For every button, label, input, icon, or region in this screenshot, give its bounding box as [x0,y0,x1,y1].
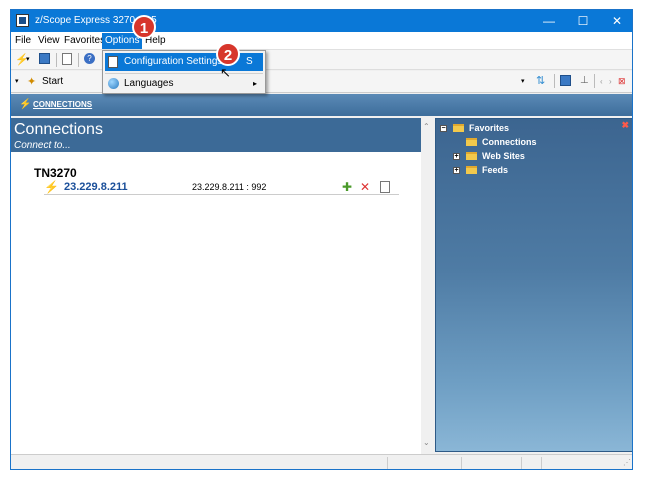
app-window: z/Scope Express 3270 v6.5 — ☐ ✕ File Vie… [10,9,633,470]
tree-label: Favorites [469,123,510,133]
start-button[interactable]: Start [42,75,63,89]
tree-label: Feeds [482,165,509,175]
tree-label: Connections [482,137,537,147]
document-icon[interactable] [62,53,72,65]
connection-row[interactable]: ⚡ 23.229.8.211 23.229.8.211 : 992 ✚ ✕ [44,180,399,195]
connections-subtitle: Connect to... [14,140,71,151]
callout-badge-1: 1 [132,15,156,39]
start-icon: ✦ [27,76,37,88]
properties-icon[interactable] [380,181,390,193]
navigation-band: ⚡ CONNECTIONS [11,94,632,116]
connection-address: 23.229.8.211 : 992 [192,182,267,192]
connect-icon[interactable] [39,53,50,64]
tree-item-connections[interactable]: Connections [436,137,616,150]
menu-view[interactable]: View [38,35,60,46]
menu-file[interactable]: File [15,35,31,46]
transfer-icon[interactable]: ⇅ [536,74,545,88]
folder-icon [466,138,477,146]
mouse-cursor-icon: ↖ [220,65,231,80]
menu-languages[interactable]: Languages ▸ [105,75,263,93]
dropdown-arrow-icon[interactable]: ▾ [521,75,525,89]
tree-item-favorites[interactable]: − Favorites [436,123,616,136]
resize-grip-icon[interactable]: ⋰ [623,458,631,467]
screen-icon[interactable] [560,75,571,86]
submenu-arrow-icon: ▸ [253,79,258,88]
maximize-button[interactable]: ☐ [566,10,600,32]
title-bar: z/Scope Express 3270 v6.5 — ☐ ✕ [11,10,632,32]
menu-option-hidden-text: S [246,56,253,67]
tree-item-web-sites[interactable]: + Web Sites [436,151,616,164]
connection-name[interactable]: 23.229.8.211 [64,181,128,193]
callout-badge-2: 2 [216,42,240,66]
menu-option-label: Languages [124,78,174,89]
options-dropdown-menu: Configuration Settings S Languages ▸ ↖ [102,50,266,94]
connections-title: Connections [14,121,103,138]
lightning-icon: ⚡ [19,99,32,110]
minimize-button[interactable]: — [532,10,566,32]
close-button[interactable]: ✕ [600,10,632,32]
collapse-icon[interactable]: − [440,125,447,132]
settings-doc-icon [108,56,118,68]
connection-group-label: TN3270 [34,166,77,180]
lightning-icon: ⚡ [44,180,59,194]
close-pane-icon[interactable]: ✖ [621,120,629,131]
scroll-down-icon[interactable]: ⌄ [423,438,430,447]
delete-icon[interactable]: ✕ [360,180,370,194]
menu-bar: File View Favorites Options Help [11,32,632,50]
add-favorite-icon[interactable]: ✚ [342,180,352,194]
help-icon[interactable]: ? [84,53,95,64]
globe-icon [108,78,119,89]
menu-favorites[interactable]: Favorites [64,35,105,46]
connections-pane: Connections Connect to... TN3270 ⚡ 23.22… [11,118,421,454]
dropdown-arrow-icon[interactable]: ▾ [15,75,19,89]
app-icon [16,14,29,27]
pin-icon[interactable]: ⊥ [580,74,589,88]
close-tab-icon[interactable]: ⊠ [618,74,626,88]
vertical-scrollbar[interactable]: ⌃ ⌄ [421,118,434,454]
forward-icon[interactable]: › [609,75,612,89]
tree-item-feeds[interactable]: + Feeds [436,165,616,178]
scroll-up-icon[interactable]: ⌃ [423,122,430,131]
folder-icon [466,152,477,160]
folder-icon [466,166,477,174]
expand-icon[interactable]: + [453,167,460,174]
tree-label: Web Sites [482,151,525,161]
menu-option-label: Configuration Settings [124,56,223,67]
favorites-pane: ✖ − Favorites Connections + Web Sites + … [435,118,632,452]
dropdown-arrow-icon[interactable]: ▾ [26,53,30,67]
connections-link[interactable]: CONNECTIONS [33,100,92,109]
status-bar: ⋰ [11,454,632,469]
folder-icon [453,124,464,132]
back-icon[interactable]: ‹ [600,75,603,89]
expand-icon[interactable]: + [453,153,460,160]
connections-header: Connections Connect to... [11,118,421,152]
